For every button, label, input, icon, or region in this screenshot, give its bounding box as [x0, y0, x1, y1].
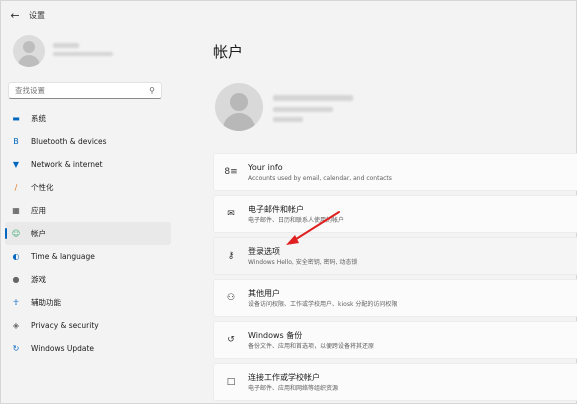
- sidebar-item[interactable]: ● 游戏: [5, 268, 171, 291]
- arrow-left-icon: ←: [10, 8, 20, 22]
- avatar: [13, 35, 45, 67]
- settings-card[interactable]: □ 连接工作或学校帐户电子邮件、应用和网络等组织资源: [213, 363, 577, 401]
- sidebar-item[interactable]: ▦ 应用: [5, 199, 171, 222]
- sidebar-item[interactable]: ☺ 帐户: [5, 222, 171, 245]
- settings-card[interactable]: ⚇ 其他用户设备访问权限、工作或学校用户、kiosk 分配的访问权限: [213, 279, 577, 317]
- sidebar-item[interactable]: ☥ 辅助功能: [5, 291, 171, 314]
- sidebar-item[interactable]: ∕ 个性化: [5, 176, 171, 199]
- sidebar-item-label: Time & language: [31, 252, 95, 261]
- search-input[interactable]: [15, 86, 150, 95]
- sidebar-item-label: 帐户: [31, 229, 46, 238]
- sidebar-nav: ▬ 系统 B Bluetooth & devices ▼ Network & intern…: [5, 107, 171, 360]
- mail-icon: ✉: [227, 209, 235, 219]
- card-description: 电子邮件、日历和联系人使用的帐户: [248, 216, 345, 224]
- card-text: 登录选项 Windows Hello, 安全密钥, 密码, 动态锁: [248, 246, 357, 267]
- person-icon: ☺: [11, 229, 21, 238]
- settings-window: ← 设置 ⚲ ▬ 系统 B Bluetooth & devices ▼ Network &…: [0, 0, 577, 404]
- card-text: 其他用户设备访问权限、工作或学校用户、kiosk 分配的访问权限: [248, 288, 397, 309]
- sidebar-item-label: 辅助功能: [31, 298, 61, 307]
- back-button[interactable]: ←: [5, 5, 25, 25]
- card-text: Your info Accounts used by email, calenda…: [248, 162, 392, 183]
- title-bar: ← 设置: [1, 1, 576, 29]
- card-description: 备份文件、应用和首选项，以便跨设备将其还原: [248, 342, 375, 350]
- sidebar: ⚲ ▬ 系统 B Bluetooth & devices ▼ Network & inte…: [1, 29, 171, 404]
- blurred-account-detail: [273, 117, 303, 122]
- sidebar-item[interactable]: ▼ Network & internet: [5, 153, 171, 176]
- sidebar-item-label: 系统: [31, 114, 46, 123]
- settings-card[interactable]: ✉ 电子邮件和帐户电子邮件、日历和联系人使用的帐户: [213, 195, 577, 233]
- card-title: 其他用户: [248, 288, 280, 298]
- sidebar-item-label: Bluetooth & devices: [31, 137, 107, 146]
- add-user-icon: ⚇: [226, 293, 236, 303]
- card-description: Accounts used by email, calendar, and co…: [248, 174, 392, 182]
- sidebar-item-label: Windows Update: [31, 344, 95, 353]
- page-title: 帐户: [213, 43, 244, 61]
- card-title: Windows 备份: [248, 330, 303, 340]
- bluetooth-icon: B: [13, 137, 19, 146]
- user-profile[interactable]: [9, 35, 169, 71]
- sidebar-item[interactable]: ↻ Windows Update: [5, 337, 171, 360]
- settings-card[interactable]: ⚷ 登录选项 Windows Hello, 安全密钥, 密码, 动态锁: [213, 237, 577, 275]
- card-title: 连接工作或学校帐户: [248, 372, 320, 382]
- gamepad-icon: ●: [12, 275, 20, 284]
- blurred-account-detail: [273, 107, 333, 112]
- globe-clock-icon: ◐: [12, 252, 20, 261]
- card-description: Windows Hello, 安全密钥, 密码, 动态锁: [248, 258, 358, 266]
- sidebar-item-label: 个性化: [31, 183, 54, 192]
- shield-icon: ◈: [12, 321, 20, 330]
- apps-icon: ▦: [12, 206, 20, 215]
- sidebar-item[interactable]: ◈ Privacy & security: [5, 314, 171, 337]
- person-info-icon: 8≡: [224, 167, 238, 177]
- card-title: 登录选项: [248, 246, 280, 256]
- card-text: 连接工作或学校帐户电子邮件、应用和网络等组织资源: [248, 372, 338, 393]
- card-text: Windows 备份备份文件、应用和首选项，以便跨设备将其还原: [248, 330, 374, 351]
- settings-card[interactable]: 8≡ Your info Accounts used by email, calen…: [213, 153, 577, 191]
- sidebar-item-label: 游戏: [31, 275, 46, 284]
- wifi-icon: ▼: [12, 160, 20, 169]
- key-icon: ⚷: [227, 251, 235, 261]
- sidebar-item[interactable]: ◐ Time & language: [5, 245, 171, 268]
- card-title: 电子邮件和帐户: [248, 204, 304, 214]
- card-description: 电子邮件、应用和网络等组织资源: [248, 384, 339, 392]
- main-content: 帐户 8≡ Your info Accounts used by email, ca…: [171, 29, 577, 404]
- search-icon[interactable]: ⚲: [149, 86, 155, 95]
- sidebar-item[interactable]: B Bluetooth & devices: [5, 130, 171, 153]
- account-hero: [211, 81, 541, 149]
- briefcase-icon: □: [226, 377, 236, 387]
- search-box[interactable]: ⚲: [8, 82, 162, 99]
- card-description: 设备访问权限、工作或学校用户、kiosk 分配的访问权限: [248, 300, 398, 308]
- settings-card[interactable]: ↺ Windows 备份备份文件、应用和首选项，以便跨设备将其还原: [213, 321, 577, 359]
- avatar: [215, 83, 263, 131]
- accessibility-icon: ☥: [13, 298, 19, 307]
- card-text: 电子邮件和帐户电子邮件、日历和联系人使用的帐户: [248, 204, 344, 225]
- blurred-user-name: [53, 43, 79, 48]
- account-settings-list: 8≡ Your info Accounts used by email, calen…: [213, 153, 577, 404]
- sidebar-item-label: Privacy & security: [31, 321, 99, 330]
- blurred-account-name: [273, 95, 353, 101]
- card-title: Your info: [248, 162, 283, 172]
- brush-icon: ∕: [14, 183, 18, 192]
- sidebar-item-label: Network & internet: [31, 160, 103, 169]
- update-icon: ↻: [12, 344, 20, 353]
- sidebar-item-label: 应用: [31, 206, 46, 215]
- backup-icon: ↺: [227, 335, 235, 345]
- monitor-icon: ▬: [12, 114, 20, 123]
- blurred-user-email: [53, 52, 113, 56]
- sidebar-item[interactable]: ▬ 系统: [5, 107, 171, 130]
- app-title: 设置: [29, 10, 45, 20]
